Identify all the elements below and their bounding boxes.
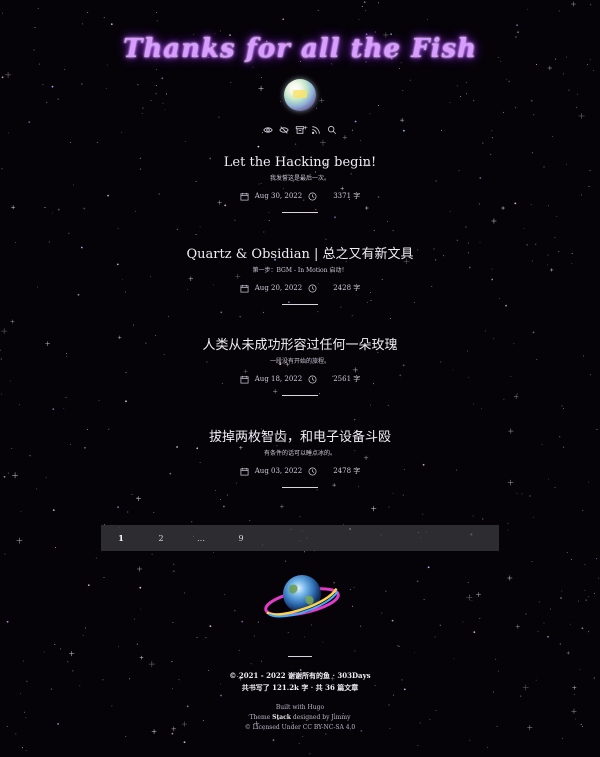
post-title[interactable]: 人类从未成功形容过任何一朵玫瑰 xyxy=(0,338,600,354)
footer: © 2021 - 2022 谢谢所有的鱼 · 303Days 共书写了 121.… xyxy=(0,670,600,694)
avatar[interactable] xyxy=(284,79,316,111)
post-divider xyxy=(282,487,318,488)
clock-icon xyxy=(308,467,317,475)
footer-theme-prefix: Theme xyxy=(249,714,273,721)
footer-copyright: © 2021 - 2022 谢谢所有的鱼 · 303Days xyxy=(229,671,371,680)
calendar-icon xyxy=(240,192,249,200)
clock-icon xyxy=(308,284,317,292)
post-divider xyxy=(282,395,318,396)
post-subtitle: 有条件的话可以睡点冰的。 xyxy=(263,450,336,457)
post-card: Quartz & Obsidian | 总之又有新文具 第一步：BGM - In… xyxy=(0,247,600,305)
page-ellipsis: … xyxy=(197,533,205,543)
post-word-count: 2561 字 xyxy=(333,375,361,383)
post-subtitle: 我发誓这是最后一次。 xyxy=(269,175,330,182)
footer-theme: Theme Stack designed by Jimmy xyxy=(0,713,600,723)
post-meta: Aug 18, 2022 2561 字 xyxy=(0,374,600,384)
post-date: Aug 18, 2022 xyxy=(254,375,303,383)
post-subtitle: 第一步：BGM - In Motion 启动！ xyxy=(252,267,348,274)
post-title[interactable]: Quartz & Obsidian | 总之又有新文具 xyxy=(0,247,600,263)
archive-icon[interactable] xyxy=(295,125,305,135)
site-title[interactable]: Thanks for all the Fish xyxy=(0,34,600,64)
eye-icon[interactable] xyxy=(263,125,273,135)
calendar-icon xyxy=(240,467,249,475)
post-title[interactable]: 拔掉两枚智齿，和电子设备斗殴 xyxy=(0,430,600,446)
footer-theme-suffix: designed by Jimmy xyxy=(290,714,351,721)
footer-built-with[interactable]: Built with Hugo xyxy=(0,703,600,713)
page-link-current[interactable]: 1 xyxy=(101,533,141,543)
calendar-icon xyxy=(240,284,249,292)
footer-credits: Built with Hugo Theme Stack designed by … xyxy=(0,703,600,733)
post-word-count: 3371 字 xyxy=(333,192,361,200)
post-date: Aug 03, 2022 xyxy=(254,467,303,475)
post-date: Aug 20, 2022 xyxy=(254,284,303,292)
post-title[interactable]: Let the Hacking begin! xyxy=(0,155,600,171)
search-icon[interactable] xyxy=(327,125,337,135)
post-date: Aug 30, 2022 xyxy=(254,192,303,200)
pagination: 1 2 … 9 xyxy=(101,525,499,551)
page-link-last[interactable]: 9 xyxy=(221,534,261,543)
post-divider xyxy=(282,304,318,305)
eye-off-icon[interactable] xyxy=(279,125,289,135)
post-card: 人类从未成功形容过任何一朵玫瑰 一段没有开始的旅程。 Aug 18, 2022 … xyxy=(0,338,600,396)
post-subtitle: 一段没有开始的旅程。 xyxy=(269,358,330,365)
post-word-count: 2478 字 xyxy=(333,467,361,475)
post-card: 拔掉两枚智齿，和电子设备斗殴 有条件的话可以睡点冰的。 Aug 03, 2022… xyxy=(0,430,600,488)
rss-icon[interactable] xyxy=(311,125,321,135)
planet-earth-icon xyxy=(264,575,340,618)
post-meta: Aug 20, 2022 2428 字 xyxy=(0,283,600,293)
footer-theme-link[interactable]: Stack xyxy=(272,714,291,721)
footer-stats: 共书写了 121.2k 字 · 共 36 篇文章 xyxy=(241,683,359,692)
page-link[interactable]: 2 xyxy=(141,534,181,543)
post-card: Let the Hacking begin! 我发誓这是最后一次。 Aug 30… xyxy=(0,155,600,213)
post-divider xyxy=(282,212,318,213)
clock-icon xyxy=(308,375,317,383)
footer-divider xyxy=(288,656,312,657)
post-word-count: 2428 字 xyxy=(333,284,361,292)
footer-license[interactable]: © Licensed Under CC BY-NC-SA 4.0 xyxy=(0,723,600,733)
calendar-icon xyxy=(240,375,249,383)
social-icon-row xyxy=(0,125,600,135)
post-meta: Aug 03, 2022 2478 字 xyxy=(0,466,600,476)
post-meta: Aug 30, 2022 3371 字 xyxy=(0,191,600,201)
clock-icon xyxy=(308,192,317,200)
